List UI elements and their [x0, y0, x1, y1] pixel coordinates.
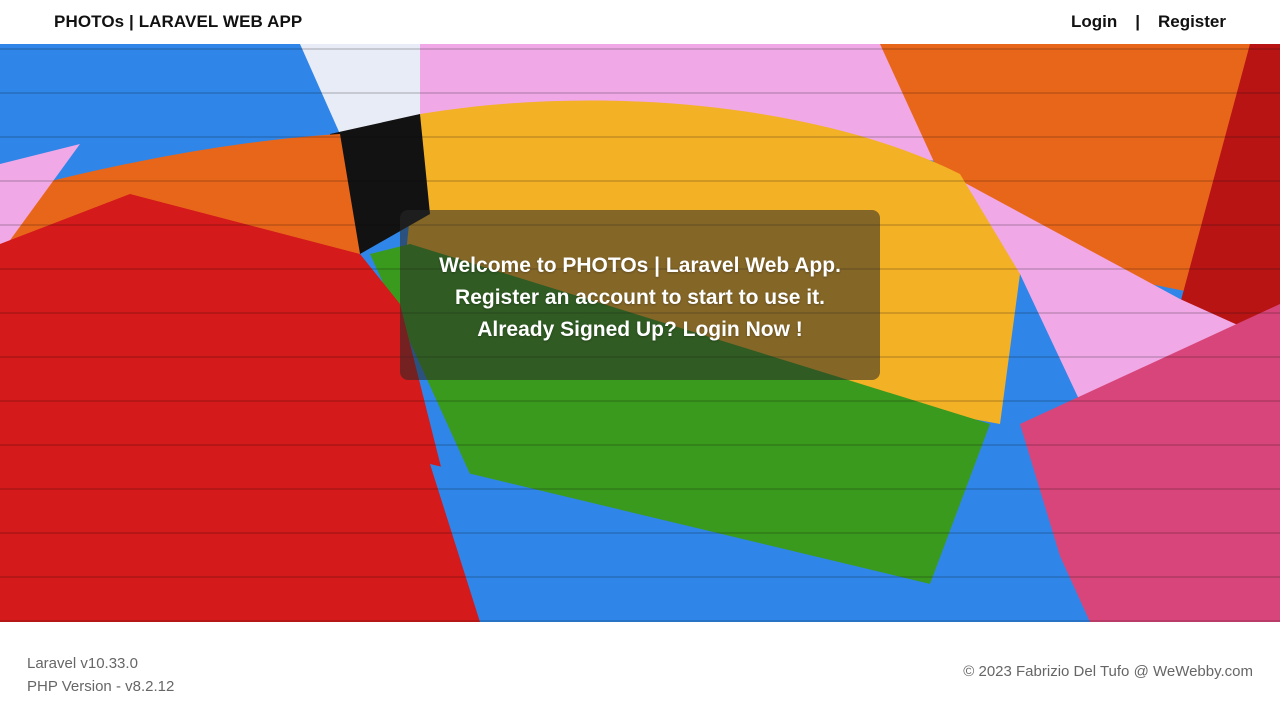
auth-nav: Login | Register: [1071, 12, 1226, 32]
php-version: PHP Version - v8.2.12: [27, 678, 175, 695]
nav-separator: |: [1135, 12, 1140, 31]
welcome-line-3: Already Signed Up? Login Now !: [477, 318, 803, 341]
welcome-line-1: Welcome to PHOTOs | Laravel Web App.: [439, 254, 841, 277]
hero-section: Welcome to PHOTOs | Laravel Web App. Reg…: [0, 44, 1280, 622]
copyright-text[interactable]: © 2023 Fabrizio Del Tufo @ WeWebby.com: [963, 663, 1253, 680]
version-info: Laravel v10.33.0 PHP Version - v8.2.12: [27, 652, 174, 698]
welcome-message-box: Welcome to PHOTOs | Laravel Web App. Reg…: [400, 210, 880, 380]
laravel-version: Laravel v10.33.0: [27, 655, 138, 672]
welcome-line-2: Register an account to start to use it.: [455, 286, 825, 309]
login-link[interactable]: Login: [1071, 12, 1117, 32]
register-link[interactable]: Register: [1158, 12, 1226, 32]
app-brand[interactable]: PHOTOs | LARAVEL WEB APP: [54, 12, 302, 32]
top-navbar: PHOTOs | LARAVEL WEB APP Login | Registe…: [0, 0, 1280, 44]
footer: Laravel v10.33.0 PHP Version - v8.2.12 ©…: [0, 622, 1280, 720]
